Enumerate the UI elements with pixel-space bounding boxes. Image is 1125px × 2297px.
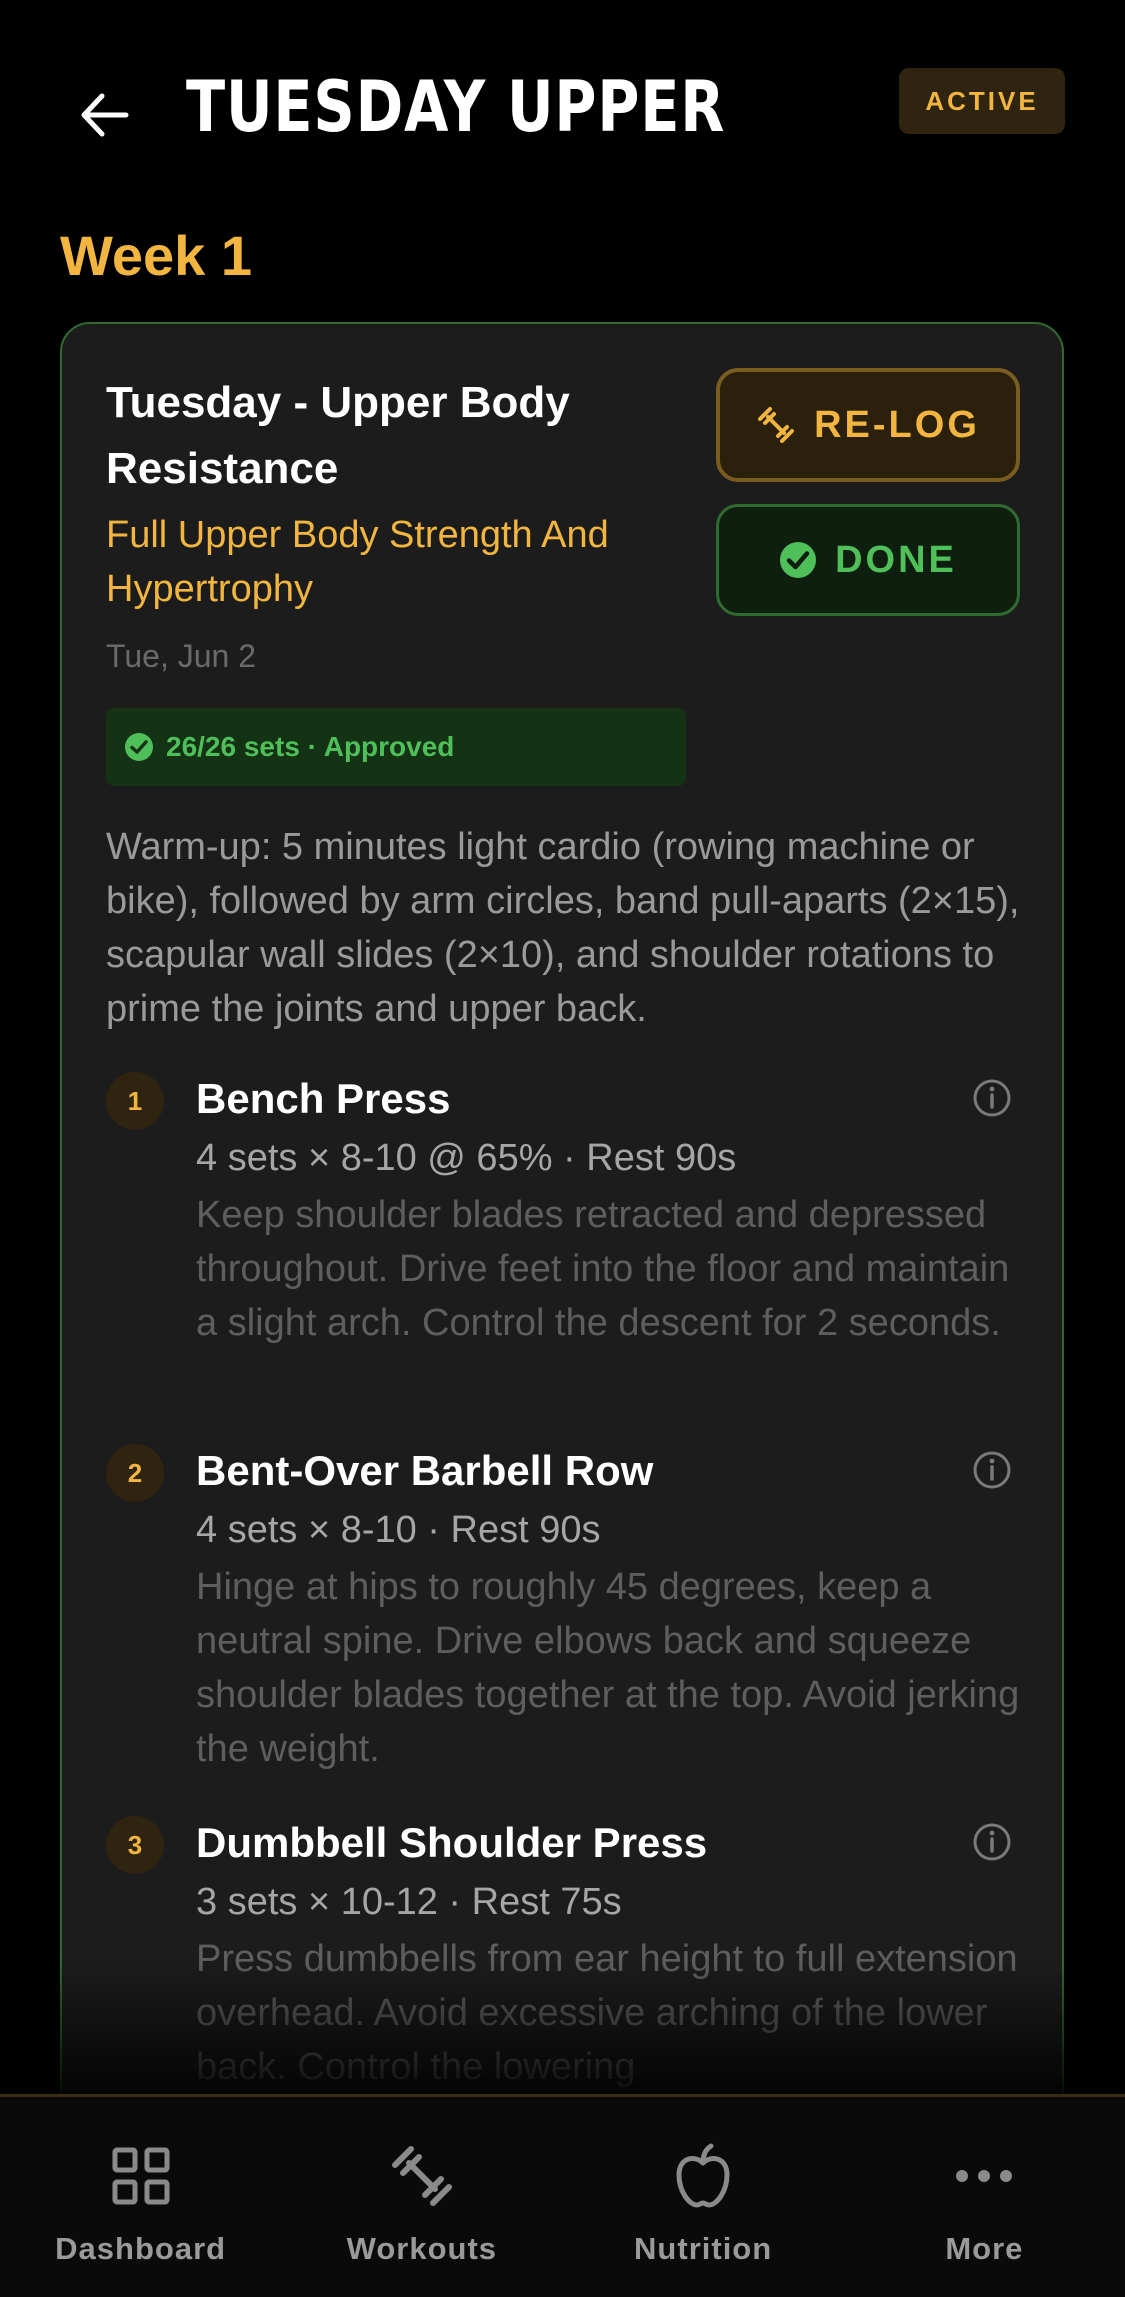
workout-card: Tuesday - Upper Body Resistance Full Upp…: [60, 322, 1064, 2122]
check-circle-icon: [124, 732, 154, 762]
grid-icon: [111, 2143, 171, 2209]
exercise-number: 3: [106, 1816, 164, 1874]
exercise-notes: Press dumbbells from ear height to full …: [196, 1938, 1018, 2088]
workout-date: Tue, Jun 2: [106, 638, 257, 674]
dumbbell-icon: [389, 2143, 455, 2209]
page-title: TUESDAY UPPER: [186, 66, 726, 148]
nav-item-dashboard[interactable]: Dashboard: [11, 2097, 271, 2277]
exercise-item: 2 Bent-Over Barbell Row 4 sets × 8-10 · …: [106, 1440, 1026, 1800]
exercise-number: 2: [106, 1444, 164, 1502]
back-button[interactable]: [72, 82, 138, 148]
warmup-text: Warm-up: 5 minutes light cardio (rowing …: [106, 826, 1020, 1030]
exercise-notes: Hinge at hips to roughly 45 degrees, kee…: [196, 1566, 1020, 1770]
exercise-name: Dumbbell Shoulder Press: [196, 1819, 708, 1866]
exercise-name: Bent-Over Barbell Row: [196, 1447, 654, 1494]
exercise-item: 1 Bench Press 4 sets × 8-10 @ 65% · Rest…: [106, 1068, 1026, 1428]
exercise-notes: Keep shoulder blades retracted and depre…: [196, 1194, 1010, 1344]
relog-button[interactable]: RE-LOG: [716, 368, 1020, 482]
nav-label: Nutrition: [634, 2231, 773, 2266]
info-icon[interactable]: [972, 1450, 1012, 1490]
done-label: DONE: [835, 538, 957, 581]
bottom-nav: Dashboard Workouts Nutrition More: [0, 2094, 1125, 2297]
exercise-item: 3 Dumbbell Shoulder Press 3 sets × 10-12…: [106, 1812, 1026, 2120]
exercise-meta: 4 sets × 8-10 · Rest 90s: [196, 1509, 601, 1551]
dumbbell-icon: [756, 405, 796, 445]
relog-label: RE-LOG: [814, 403, 980, 446]
nav-item-nutrition[interactable]: Nutrition: [573, 2097, 833, 2277]
nav-label: Dashboard: [55, 2231, 227, 2266]
exercise-meta: 4 sets × 8-10 @ 65% · Rest 90s: [196, 1137, 737, 1179]
workout-detail-screen: TUESDAY UPPER ACTIVE Week 1 Tuesday - Up…: [0, 0, 1125, 2297]
nav-item-workouts[interactable]: Workouts: [292, 2097, 552, 2277]
ellipsis-icon: [954, 2143, 1014, 2209]
week-label: Week 1: [60, 224, 252, 287]
sets-status-text: 26/26 sets · Approved: [166, 731, 455, 762]
status-badge: ACTIVE: [899, 68, 1065, 134]
apple-icon: [673, 2143, 733, 2209]
info-icon[interactable]: [972, 1078, 1012, 1118]
exercise-meta: 3 sets × 10-12 · Rest 75s: [196, 1881, 622, 1923]
arrow-left-icon: [81, 93, 129, 137]
exercise-number: 1: [106, 1072, 164, 1130]
nav-item-more[interactable]: More: [854, 2097, 1114, 2277]
workout-title: Tuesday - Upper Body Resistance: [106, 378, 570, 493]
done-button[interactable]: DONE: [716, 504, 1020, 616]
workout-subtitle: Full Upper Body Strength And Hypertrophy: [106, 514, 609, 610]
header: TUESDAY UPPER ACTIVE: [0, 0, 1125, 210]
nav-label: More: [945, 2231, 1024, 2266]
check-circle-icon: [779, 541, 817, 579]
sets-status-badge: 26/26 sets · Approved: [106, 708, 686, 786]
nav-label: Workouts: [346, 2231, 498, 2266]
exercise-name: Bench Press: [196, 1075, 451, 1122]
info-icon[interactable]: [972, 1822, 1012, 1862]
